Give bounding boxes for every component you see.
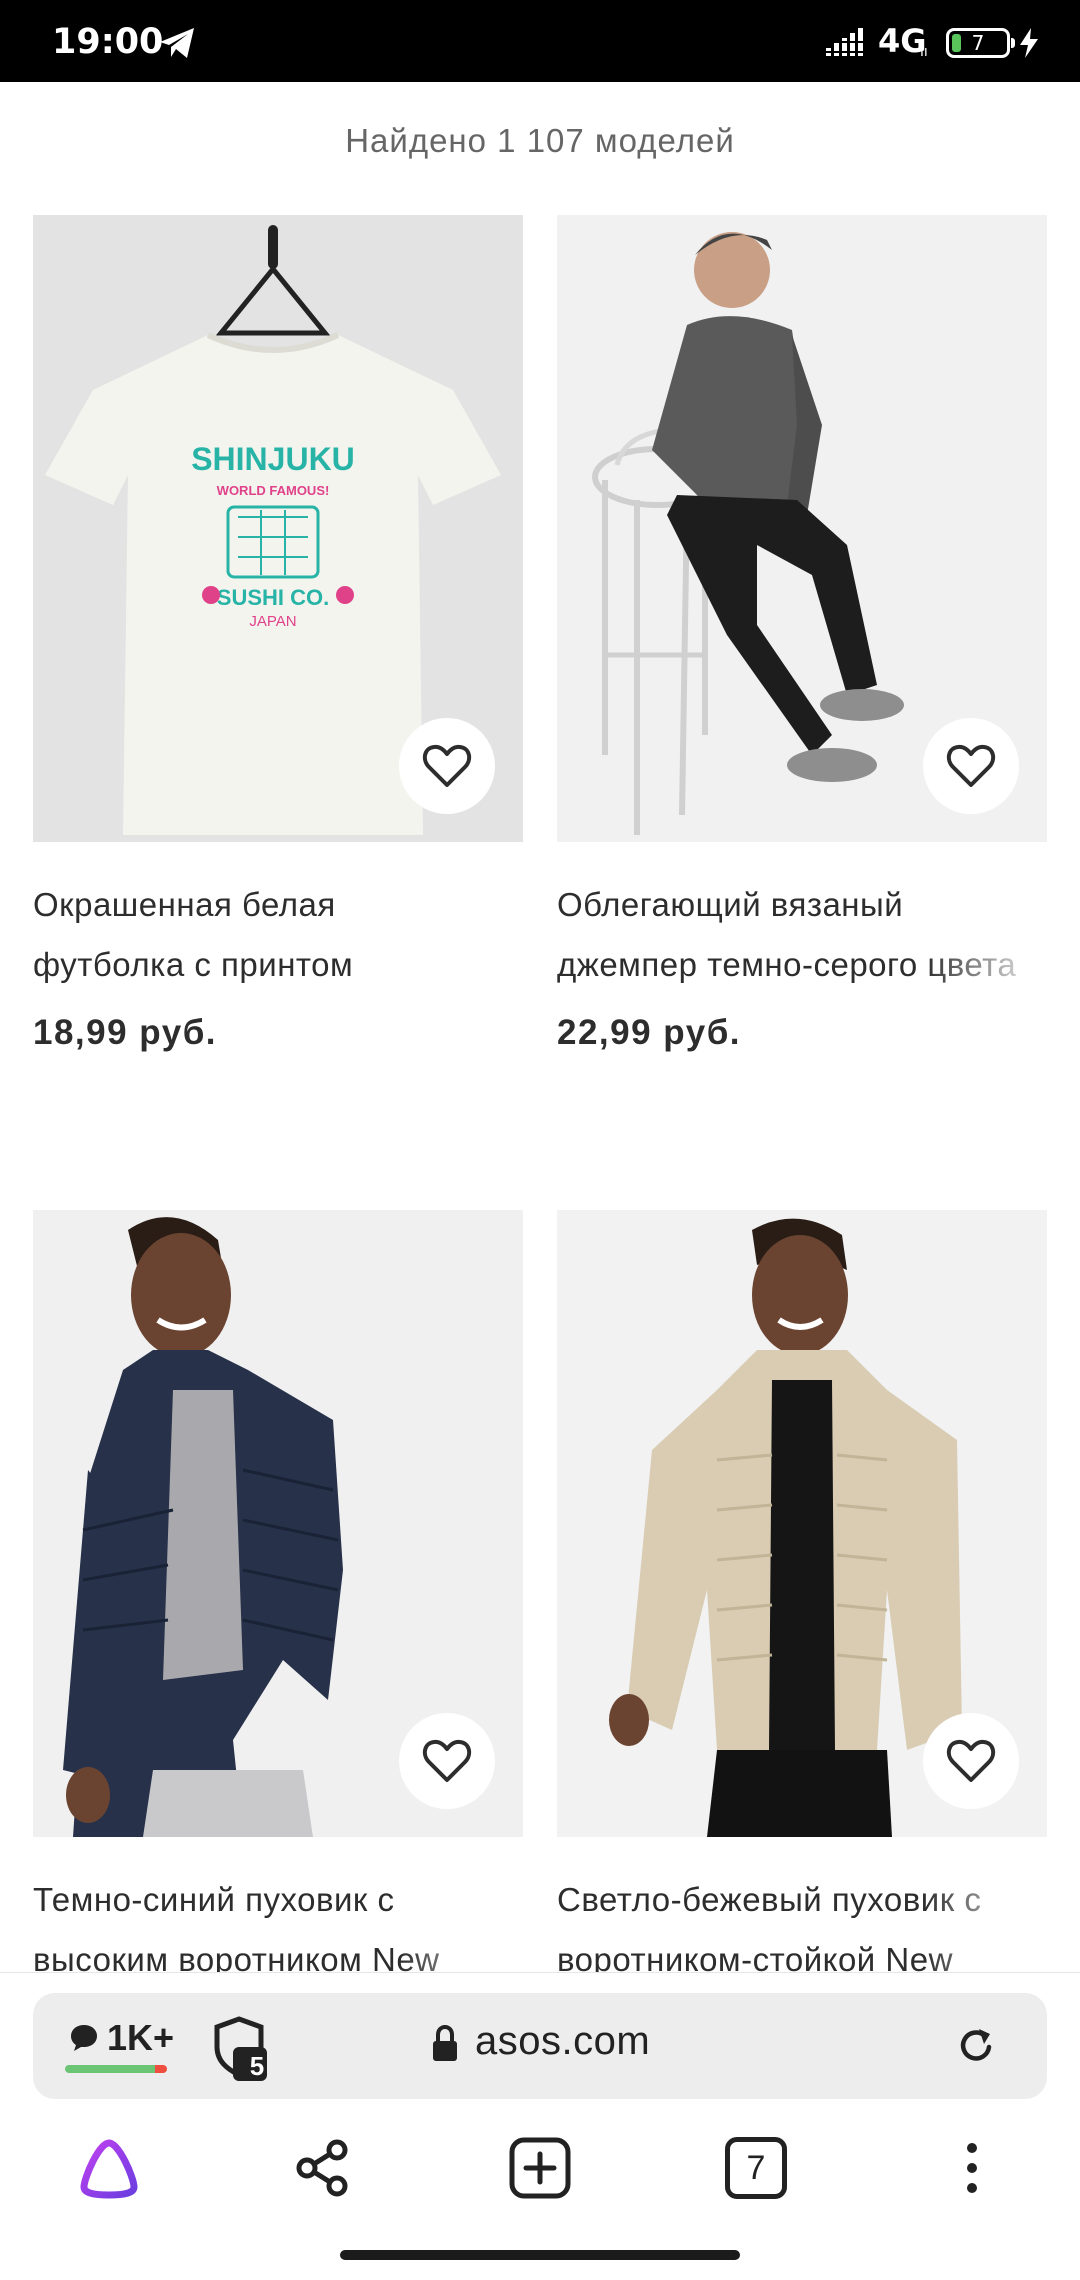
status-time: 19:00 (52, 22, 164, 62)
favorite-button[interactable] (399, 1713, 495, 1809)
telegram-icon (160, 28, 194, 58)
share-button[interactable] (285, 2130, 361, 2206)
comments-rating-bar (65, 2065, 165, 2073)
protect-count: 5 (249, 2051, 265, 2081)
lock-icon (433, 2025, 457, 2061)
print-japan: JAPAN (249, 613, 296, 630)
results-count: Найдено 1 107 моделей (345, 122, 735, 159)
product-title-line: джемпер темно-серого цвета (557, 946, 1017, 983)
menu-button[interactable] (934, 2130, 1010, 2206)
product-price: 18,99 руб. (33, 1013, 218, 1052)
product-title[interactable]: Светло-бежевый пуховик с воротником-стой… (557, 1870, 1047, 1972)
product-image[interactable] (557, 1210, 1047, 1837)
heart-icon (946, 744, 996, 787)
product-title-line: футболка с принтом (33, 946, 354, 983)
product-card[interactable]: Светло-бежевый пуховик с воротником-стой… (557, 1210, 1047, 1972)
comments-count: 1K+ (107, 2017, 175, 2058)
product-title[interactable]: Окрашенная белая футболка с принтом (33, 875, 523, 995)
tabs-icon: 7 (725, 2137, 787, 2199)
network-activity: ıı (920, 44, 928, 60)
product-title-line: Облегающий вязаный (557, 886, 904, 923)
share-icon (296, 2139, 348, 2197)
add-tab-icon (509, 2137, 571, 2199)
product-price: 22,99 руб. (557, 1013, 742, 1052)
tabs-count: 7 (746, 2148, 766, 2187)
product-title[interactable]: Темно-синий пуховик с высоким воротником… (33, 1870, 523, 1972)
product-card[interactable]: Облегающий вязаный джемпер темно-серого … (557, 215, 1047, 1095)
alice-button[interactable] (71, 2130, 147, 2206)
heart-icon (422, 744, 472, 787)
product-image[interactable] (33, 1210, 523, 1837)
favorite-button[interactable] (399, 718, 495, 814)
signal-icon (826, 28, 866, 56)
product-image[interactable] (557, 215, 1047, 842)
new-tab-button[interactable] (502, 2130, 578, 2206)
print-shinjuku: SHINJUKU (191, 441, 355, 477)
status-bar: 19:00 4G ıı 7 (0, 0, 1080, 82)
favorite-button[interactable] (923, 1713, 1019, 1809)
tabs-button[interactable]: 7 (718, 2130, 794, 2206)
product-title-line: Окрашенная белая (33, 886, 336, 923)
protect-button[interactable]: 5 (209, 2015, 289, 2085)
url-text[interactable]: asos.com (475, 2019, 650, 2064)
product-title-line: высоким воротником New (33, 1941, 440, 1972)
print-sushi-co: SUSHI CO. (217, 585, 329, 610)
comment-icon (71, 2025, 97, 2051)
address-bar[interactable]: 1K+ 5 asos.com (33, 1993, 1047, 2099)
alice-icon (80, 2139, 138, 2199)
product-title-line: Темно-синий пуховик с (33, 1881, 395, 1918)
product-title-line: Светло-бежевый пуховик с (557, 1881, 982, 1918)
comments-button[interactable]: 1K+ (57, 2011, 177, 2081)
product-card[interactable]: SHINJUKU WORLD FAMOUS! SUSHI CO. JAPAN О… (33, 215, 523, 1095)
product-card[interactable]: Темно-синий пуховик с высоким воротником… (33, 1210, 523, 1972)
product-title[interactable]: Облегающий вязаный джемпер темно-серого … (557, 875, 1047, 995)
favorite-button[interactable] (923, 718, 1019, 814)
print-world-famous: WORLD FAMOUS! (217, 483, 330, 498)
battery-percent: 7 (971, 31, 985, 55)
heart-icon (946, 1739, 996, 1782)
comments-rating-bar-end (155, 2065, 167, 2073)
more-vertical-icon (967, 2143, 977, 2193)
product-image[interactable]: SHINJUKU WORLD FAMOUS! SUSHI CO. JAPAN (33, 215, 523, 842)
reload-icon[interactable] (955, 2025, 997, 2067)
battery-icon: 7 (946, 28, 1015, 58)
heart-icon (422, 1739, 472, 1782)
charging-icon (1020, 28, 1038, 58)
product-title-line: воротником-стойкой New (557, 1941, 953, 1972)
gesture-bar (340, 2250, 740, 2260)
